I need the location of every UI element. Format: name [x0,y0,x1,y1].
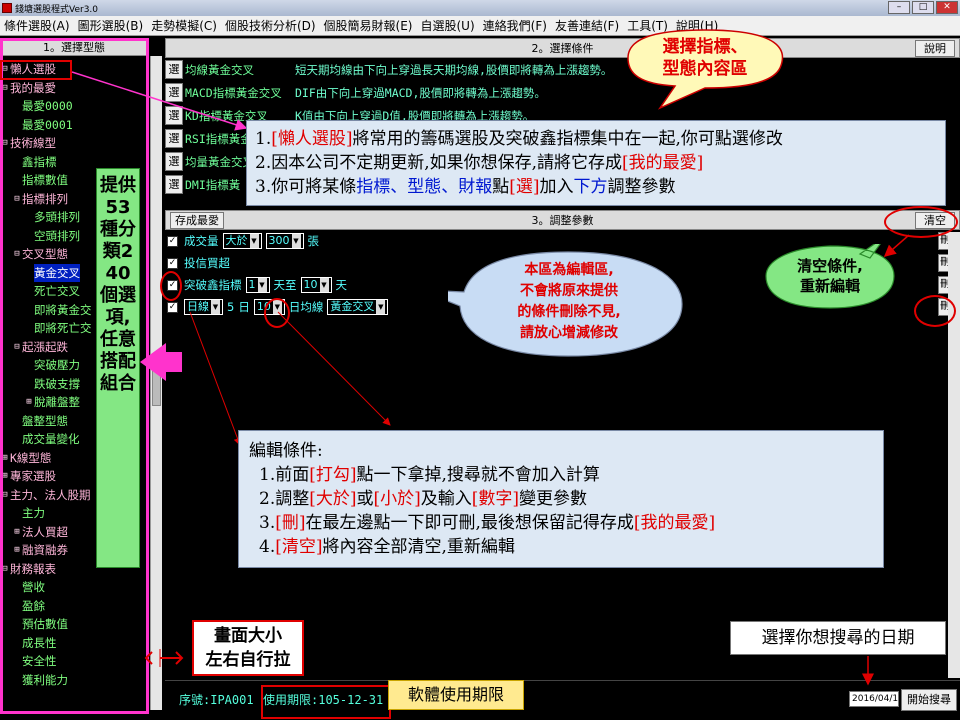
edit-area-callout: 本區為編輯區, 不會將原來提供 的條件刪除不見, 請放心增減修改 [448,250,684,358]
info-segment: 1. [255,129,272,149]
callout-line: 重新編輯 [799,277,860,295]
info-segment: 加入 [539,177,574,197]
clear-highlight [884,206,958,238]
info-segment: 調整參數 [607,177,676,197]
info-segment: [刪] [275,513,306,533]
info-segment: 3.你可將某條 [255,177,357,197]
info-segment: 點一下拿掉,搜尋就不會加入計算 [356,465,600,485]
info-line: 4.[清空]將內容全部清空,重新編輯 [259,535,873,559]
expiry-highlight [261,685,391,719]
info-segment: [大於] [309,489,357,509]
info-segment: 2.調整 [259,489,310,509]
info-segment: [選] [509,177,540,197]
callout-line: 型態內容區 [662,59,748,79]
info-line: 3.你可將某條指標、型態、財報點[選]加入下方調整參數 [255,175,937,199]
delete-highlight [914,295,956,327]
select-area-callout: 選擇指標、 型態內容區 [620,26,790,110]
info-box-edit: 編輯條件: 1.前面[打勾]點一下拿掉,搜尋就不會加入計算 2.調整[大於]或[小… [238,430,884,568]
callout-line: 不會將原來提供 [520,283,618,299]
checkbox-highlight [160,271,182,301]
info-line: 1.[懶人選股]將常用的籌碼選股及突破鑫指標集中在一起,你可點選修改 [255,127,937,151]
edit-instructions-title: 編輯條件: [249,441,323,461]
callout-line: 選擇指標、 [662,37,748,57]
info-box-select: 1.[懶人選股]將常用的籌碼選股及突破鑫指標集中在一起,你可點選修改 2.因本公司… [246,120,946,206]
info-segment: 4. [259,537,276,557]
value-highlight [264,298,290,328]
info-segment: 2.因本公司不定期更新,如果你想保存,請將它存成 [255,153,623,173]
info-line: 1.前面[打勾]點一下拿掉,搜尋就不會加入計算 [259,463,873,487]
info-segment: 1.前面 [259,465,310,485]
feature-count-note: 提供53種分類240個選項,任意搭配組合 [96,168,140,568]
clear-callout: 清空條件, 重新編輯 [764,244,896,316]
annotation-arrows [71,71,910,686]
info-segment: 將常用的籌碼選股及突破鑫指標集中在一起,你可點選修改 [352,129,783,149]
info-segment: [小於] [373,489,421,509]
info-segment: 將內容全部清空,重新編輯 [322,537,515,557]
expiry-note: 軟體使用期限 [388,680,524,710]
date-note: 選擇你想搜尋的日期 [730,621,946,655]
info-segment: [我的最愛] [622,153,704,173]
info-segment: [我的最愛] [633,513,716,533]
callout-line: 請放心增減修改 [520,325,618,341]
resize-note-line: 左右自行拉 [205,650,291,670]
info-segment: [數字] [471,489,520,509]
callout-line: 的條件刪除不見, [517,304,621,320]
info-segment: [清空] [275,537,323,557]
info-segment: 下方 [573,177,608,197]
info-line: 2.調整[大於]或[小於]及輸入[數字]變更參數 [259,487,873,511]
info-line: 3.[刪]在最左邊點一下即可刪,最後想保留記得存成[我的最愛] [259,511,873,535]
info-segment: [打勾] [309,465,357,485]
callout-line: 清空條件, [797,257,863,275]
resize-note-line: 畫面大小 [214,626,282,646]
info-segment: 及輸入 [420,489,472,509]
info-segment: 在最左邊點一下即可刪,最後想保留記得存成 [305,513,634,533]
info-segment: 指標、型態、財報 [356,177,493,197]
info-segment: 3. [259,513,276,533]
callout-line: 本區為編輯區, [524,262,614,278]
info-segment: 或 [356,489,374,509]
resize-note: 畫面大小 左右自行拉 [192,620,304,676]
info-segment: 變更參數 [519,489,588,509]
info-segment: [懶人選股] [271,129,353,149]
info-line: 2.因本公司不定期更新,如果你想保存,請將它存成[我的最愛] [255,151,937,175]
info-segment: 點 [492,177,510,197]
